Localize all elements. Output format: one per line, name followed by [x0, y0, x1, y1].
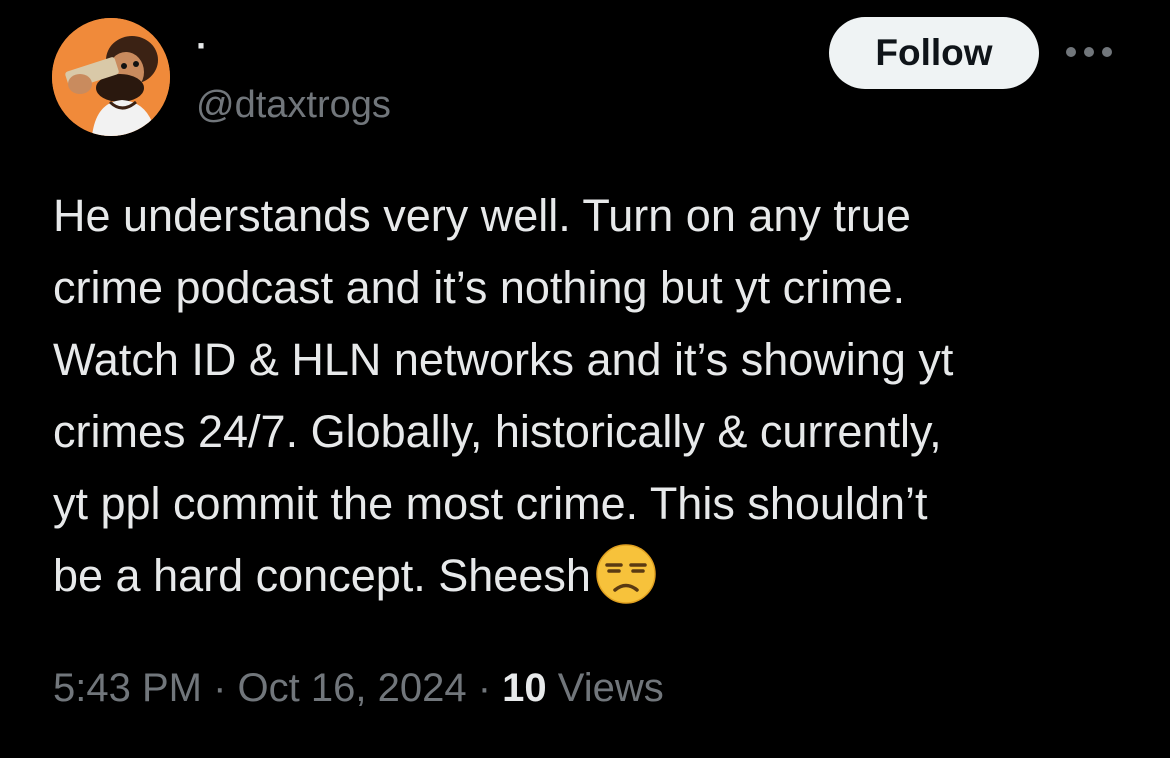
more-options-button[interactable] — [1062, 30, 1116, 74]
cartoon-avatar-icon — [52, 18, 170, 136]
tweet-date[interactable]: Oct 16, 2024 — [238, 666, 467, 710]
views-count: 10 — [502, 666, 547, 710]
tweet-text: He understands very well. Turn on any tr… — [53, 180, 1143, 612]
meta-separator: · — [477, 666, 492, 710]
meta-separator: · — [213, 666, 227, 710]
tweet-card: · @dtaxtrogs Follow He understands very … — [0, 0, 1170, 758]
tweet-meta: 5:43 PM · Oct 16, 2024 · 10 Views — [53, 662, 664, 714]
user-handle[interactable]: @dtaxtrogs — [196, 82, 391, 128]
tweet-body: He understands very well. Turn on any tr… — [53, 190, 954, 601]
views-label: Views — [557, 666, 664, 710]
more-options-icon — [1066, 47, 1112, 57]
follow-button[interactable]: Follow — [829, 17, 1039, 89]
tweet-time[interactable]: 5:43 PM — [53, 666, 202, 710]
unamused-face-emoji — [595, 543, 657, 605]
user-avatar[interactable] — [52, 18, 170, 136]
display-name[interactable]: · — [196, 26, 208, 66]
